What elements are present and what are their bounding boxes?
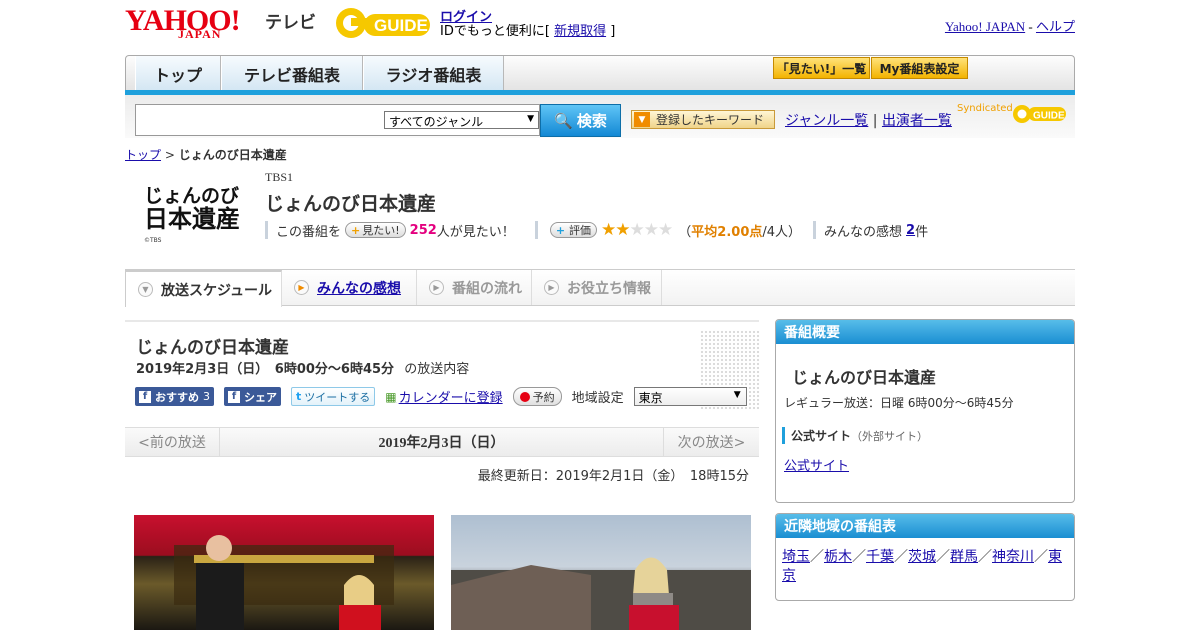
tweet-button[interactable]: t ツイートする xyxy=(291,387,376,406)
tv-label: テレビ xyxy=(265,13,316,33)
calendar-icon: ▦ xyxy=(385,389,397,404)
nearby-region-panel: 近隣地域の番組表 埼玉／栃木／千葉／茨城／群馬／神奈川／東京 xyxy=(775,513,1075,601)
nearby-heading: 近隣地域の番組表 xyxy=(776,514,1074,538)
current-broadcast-date: 2019年2月3日（日） xyxy=(378,436,505,451)
tab-radio-schedule[interactable]: ラジオ番組表 xyxy=(363,56,504,91)
regular-broadcast: レギュラー放送：日曜 6時00分～6時45分 xyxy=(784,396,1014,410)
tab-top[interactable]: トップ xyxy=(135,56,221,91)
tab-impressions[interactable]: ▶ みんなの感想 xyxy=(282,270,417,305)
signup-link[interactable]: 新規取得 xyxy=(554,24,606,39)
genre-list-link[interactable]: ジャンル一覧 xyxy=(785,113,868,129)
calendar-register-link[interactable]: ▦ カレンダーに登録 xyxy=(385,387,502,407)
plus-icon: + xyxy=(555,223,566,237)
breadcrumb-top-link[interactable]: トップ xyxy=(125,148,161,162)
program-title: じょんのび日本遺産 xyxy=(265,193,437,215)
star-empty-icon: ★ xyxy=(643,220,659,240)
broadcast-datetime: 2019年2月3日（日） 6時00分～6時45分 の放送内容 xyxy=(136,362,470,377)
region-link-gunma[interactable]: 群馬 xyxy=(950,549,978,565)
region-link-tochigi[interactable]: 栃木 xyxy=(824,549,852,565)
region-link-kanagawa[interactable]: 神奈川 xyxy=(992,549,1034,565)
last-updated: 最終更新日：2019年2月1日（金） 18時15分 xyxy=(477,469,749,484)
tab-program-flow[interactable]: ▶ 番組の流れ xyxy=(417,270,532,305)
region-select[interactable]: 東京 xyxy=(633,387,747,406)
prev-broadcast-link[interactable]: <前の放送 xyxy=(125,428,220,456)
reserve-button[interactable]: 予約 xyxy=(512,387,562,406)
share-toolbar: f おすすめ 3 f シェア t ツイートする ▦ カレンダーに登録 予約 地域… xyxy=(135,387,747,406)
broadcast-title: じょんのび日本遺産 xyxy=(136,338,289,358)
rating-button[interactable]: + 評価 xyxy=(549,222,598,238)
search-button[interactable]: 🔍 検索 xyxy=(540,104,621,137)
top-links: Yahoo! JAPAN - ヘルプ xyxy=(944,19,1075,34)
nearby-region-links: 埼玉／栃木／千葉／茨城／群馬／神奈川／東京 xyxy=(782,549,1062,584)
play-arrow-icon: ▶ xyxy=(544,280,559,295)
svg-text:GUIDE: GUIDE xyxy=(374,16,428,35)
svg-text:©TBS: ©TBS xyxy=(144,237,162,244)
region-link-saitama[interactable]: 埼玉 xyxy=(782,549,810,565)
yahoo-japan-logo-text: JAPAN xyxy=(178,27,222,41)
region-label: 地域設定 xyxy=(571,391,624,406)
svg-text:GUIDE: GUIDE xyxy=(1033,111,1065,122)
star-empty-icon: ★ xyxy=(629,220,645,240)
impressions-count-link[interactable]: 2 xyxy=(906,223,915,238)
program-photo-2 xyxy=(451,515,751,630)
program-logo: じょんのび 日本遺産 ©TBS xyxy=(144,185,240,244)
play-arrow-icon: ▶ xyxy=(294,280,309,295)
my-schedule-button[interactable]: My番組表設定 xyxy=(871,57,968,79)
breadcrumb: トップ > じょんのび日本遺産 xyxy=(125,148,287,162)
program-stats: この番組を + 見たい! 252 人が見たい！ + 評価 ★★★★★ （ 平均2.0… xyxy=(265,220,928,240)
play-arrow-icon: ▶ xyxy=(429,280,444,295)
syndicated-gguide-logo: GUIDE xyxy=(1013,105,1066,123)
cast-list-link[interactable]: 出演者一覧 xyxy=(882,113,952,129)
login-subtext: IDでもっと便利に[ 新規取得 ] xyxy=(440,24,616,39)
program-overview-panel: 番組概要 じょんのび日本遺産 レギュラー放送：日曜 6時00分～6時45分 公式… xyxy=(775,319,1075,503)
genre-select[interactable]: すべてのジャンル xyxy=(384,111,539,129)
yahoo-japan-link[interactable]: Yahoo! JAPAN xyxy=(945,19,1025,34)
tab-tv-schedule[interactable]: テレビ番組表 xyxy=(221,56,363,91)
chevron-down-icon: ▼ xyxy=(138,282,153,297)
official-site-heading: 公式サイト（外部サイト） xyxy=(782,427,928,444)
star-filled-icon: ★ xyxy=(601,220,616,240)
broadcast-pager: <前の放送 2019年2月3日（日） 次の放送> xyxy=(125,427,759,457)
breadcrumb-current: じょんのび日本遺産 xyxy=(178,148,287,162)
tab-useful-info[interactable]: ▶ お役立ち情報 xyxy=(532,270,662,305)
help-link[interactable]: ヘルプ xyxy=(1036,19,1075,34)
program-tabs: ▼ 放送スケジュール ▶ みんなの感想 ▶ 番組の流れ ▶ お役立ち情報 xyxy=(125,269,1075,307)
mitai-list-button[interactable]: 「見たい!」一覧 xyxy=(773,57,870,79)
overview-title: じょんのび日本遺産 xyxy=(792,368,937,387)
rating-stars: ★★★★★ xyxy=(601,220,673,240)
mitai-count: 252 xyxy=(409,222,437,238)
official-site-link[interactable]: 公式サイト xyxy=(784,455,849,474)
tab-broadcast-schedule[interactable]: ▼ 放送スケジュール xyxy=(125,270,282,307)
syndicated-label: Syndicated xyxy=(957,103,1013,114)
next-broadcast-link[interactable]: 次の放送> xyxy=(663,428,759,456)
average-rating: 平均2.00点 xyxy=(691,224,763,240)
program-photo-1 xyxy=(134,515,434,630)
twitter-icon: t xyxy=(296,390,302,403)
facebook-recommend-button[interactable]: f おすすめ 3 xyxy=(135,387,214,406)
star-filled-icon: ★ xyxy=(615,220,630,240)
facebook-icon: f xyxy=(139,390,151,403)
plus-icon: + xyxy=(351,223,361,237)
registered-keyword-button[interactable]: ▼ 登録したキーワード xyxy=(631,110,775,129)
record-icon xyxy=(519,391,530,402)
facebook-icon: f xyxy=(228,390,240,403)
region-link-chiba[interactable]: 千葉 xyxy=(866,549,894,565)
channel-name: TBS1 xyxy=(265,170,294,184)
facebook-share-button[interactable]: f シェア xyxy=(224,387,281,406)
genre-links: ジャンル一覧 | 出演者一覧 xyxy=(785,113,952,129)
gguide-logo[interactable]: GUIDE xyxy=(334,6,434,42)
star-empty-icon: ★ xyxy=(658,220,673,240)
dropdown-arrow-icon: ▼ xyxy=(634,112,650,127)
svg-text:日本遺産: 日本遺産 xyxy=(144,204,240,233)
overview-heading: 番組概要 xyxy=(776,320,1074,344)
region-link-ibaraki[interactable]: 茨城 xyxy=(908,549,936,565)
search-icon: 🔍 xyxy=(554,111,573,130)
mitai-button[interactable]: + 見たい! xyxy=(345,222,406,238)
